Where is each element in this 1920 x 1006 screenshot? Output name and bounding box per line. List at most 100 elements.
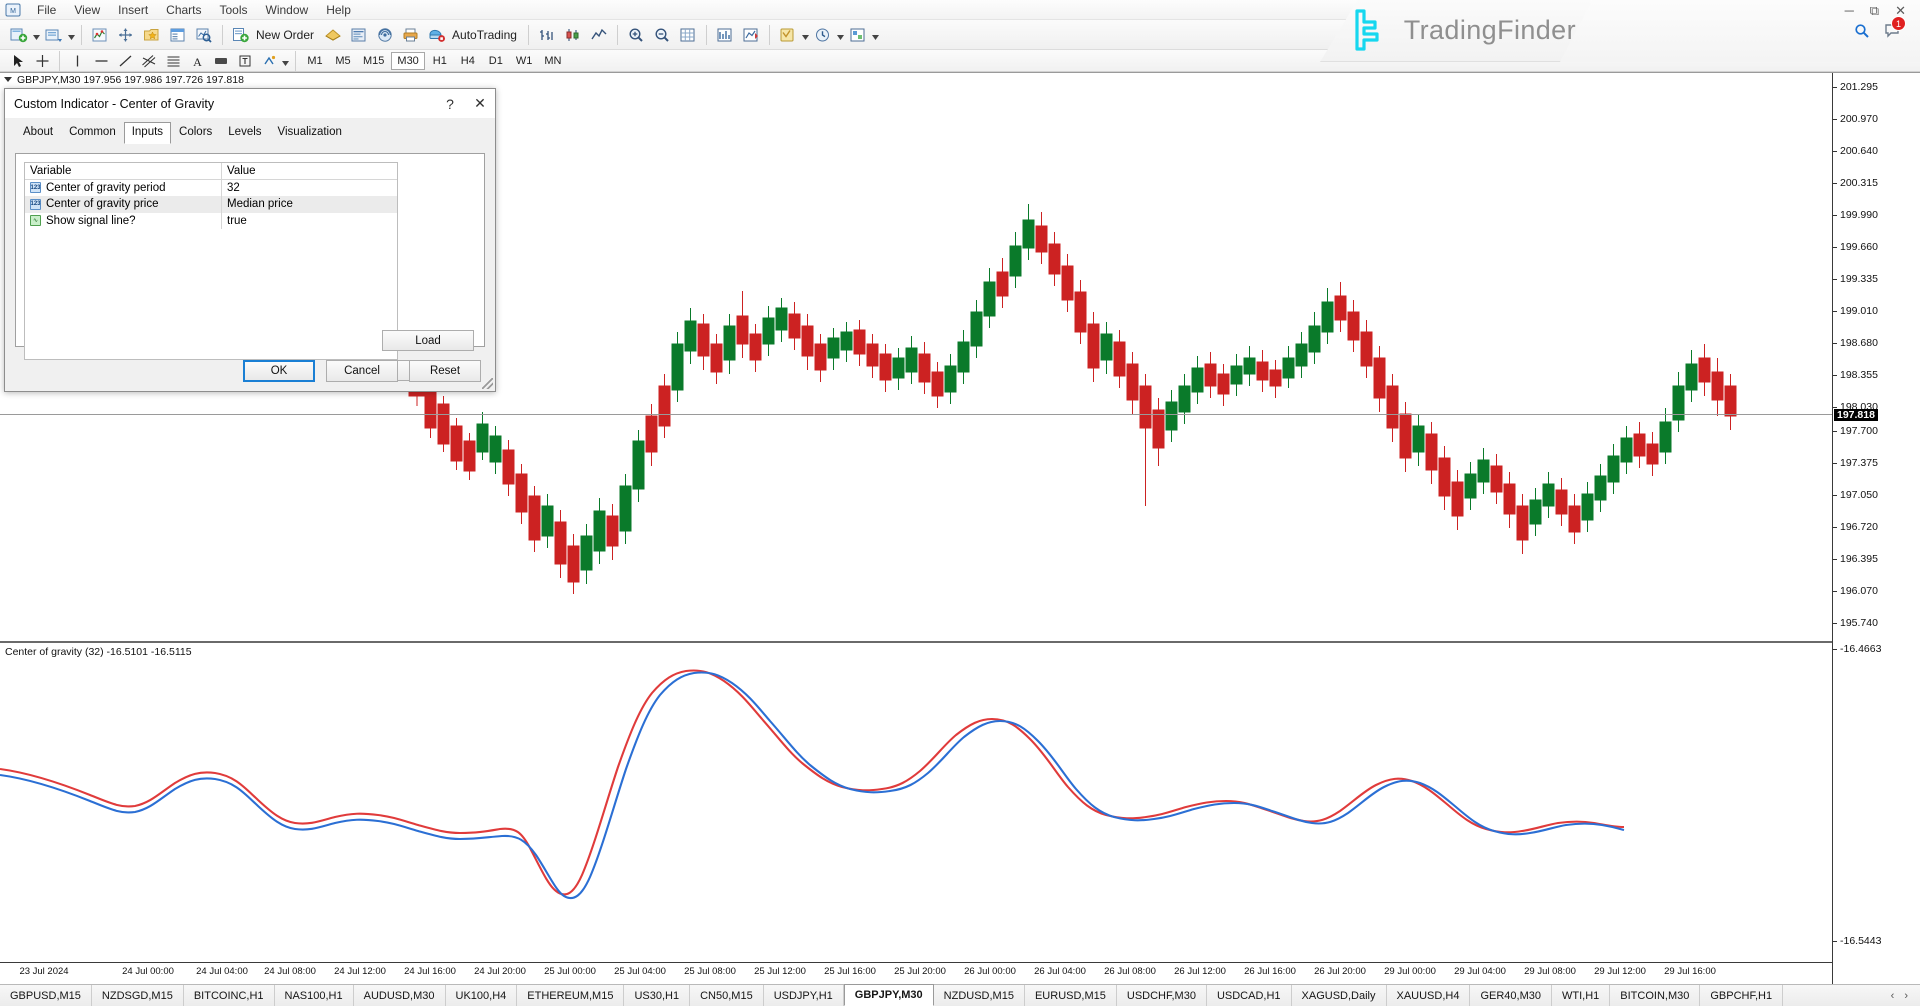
trendline-icon[interactable] <box>114 51 136 71</box>
chart-tab-gbpusd-m15[interactable]: GBPUSD,M15 <box>0 985 92 1006</box>
zoom-in-icon[interactable] <box>624 23 648 47</box>
timeframe-m1[interactable]: M1 <box>302 52 328 70</box>
custom-indicator-dialog[interactable]: Custom Indicator - Center of Gravity ? ✕… <box>4 88 496 392</box>
arrows-dropdown[interactable] <box>281 49 290 73</box>
tab-prev-icon[interactable]: ‹ <box>1891 990 1895 1002</box>
cancel-button[interactable]: Cancel <box>326 360 398 382</box>
chart-tab-wti-h1[interactable]: WTI,H1 <box>1552 985 1610 1006</box>
textbox-icon[interactable] <box>234 51 256 71</box>
timeframe-mn[interactable]: MN <box>539 52 566 70</box>
vertical-line-icon[interactable] <box>66 51 88 71</box>
timeframe-h1[interactable]: H1 <box>427 52 453 70</box>
inputs-grid[interactable]: Variable Value 123 Center of gravity per… <box>24 162 398 360</box>
arrows-icon[interactable] <box>258 51 280 71</box>
ohlc-icon[interactable] <box>713 23 737 47</box>
tab-next-icon[interactable]: › <box>1904 990 1908 1002</box>
ok-button[interactable]: OK <box>243 360 315 382</box>
reset-button[interactable]: Reset <box>409 360 481 382</box>
chart-tab-us30-h1[interactable]: US30,H1 <box>624 985 690 1006</box>
chart-tab-xagusd-daily[interactable]: XAGUSD,Daily <box>1292 985 1387 1006</box>
new-chart-icon[interactable] <box>7 23 31 47</box>
chart-tab-eurusd-m15[interactable]: EURUSD,M15 <box>1025 985 1117 1006</box>
help-icon[interactable]: ? <box>435 90 465 118</box>
menu-item-file[interactable]: File <box>28 1 65 19</box>
dialog-title-bar[interactable]: Custom Indicator - Center of Gravity ? ✕ <box>5 89 495 119</box>
fibonacci-icon[interactable] <box>162 51 184 71</box>
value-cell[interactable]: 32 <box>221 180 397 197</box>
horizontal-line-icon[interactable] <box>90 51 112 71</box>
autotrading-icon[interactable] <box>425 23 449 47</box>
timeframe-m30[interactable]: M30 <box>391 52 424 70</box>
time-axis[interactable]: 23 Jul 2024 24 Jul 00:00 24 Jul 04:00 24… <box>0 962 1832 984</box>
objects-dropdown[interactable] <box>871 23 880 47</box>
chart-tab-usdjpy-h1[interactable]: USDJPY,H1 <box>764 985 844 1006</box>
chart-tab-ger40-m30[interactable]: GER40,M30 <box>1470 985 1552 1006</box>
data-window-icon[interactable] <box>166 23 190 47</box>
price-axis[interactable]: 201.295 200.970 200.640 200.315 199.990 … <box>1832 73 1920 984</box>
chart-tab-nas100-h1[interactable]: NAS100,H1 <box>275 985 354 1006</box>
expert-advisor-icon[interactable] <box>321 23 345 47</box>
menu-item-charts[interactable]: Charts <box>157 1 210 19</box>
chart-tab-cn50-m15[interactable]: CN50,M15 <box>690 985 764 1006</box>
chart-tab-bitcoin-m30[interactable]: BITCOIN,M30 <box>1610 985 1700 1006</box>
menu-item-insert[interactable]: Insert <box>109 1 157 19</box>
periodicity-dropdown[interactable] <box>836 23 845 47</box>
indicator-subwindow[interactable] <box>0 643 1832 953</box>
timeframe-m5[interactable]: M5 <box>330 52 356 70</box>
profiles-dropdown[interactable] <box>67 23 76 47</box>
bar-chart-icon[interactable] <box>535 23 559 47</box>
periodicity-icon[interactable] <box>811 23 835 47</box>
zoom-search-icon[interactable] <box>192 23 216 47</box>
templates-dropdown[interactable] <box>801 23 810 47</box>
line-chart-icon[interactable] <box>587 23 611 47</box>
chart-tab-nzdusd-m15[interactable]: NZDUSD,M15 <box>934 985 1025 1006</box>
table-row[interactable]: 123 Center of gravity period 32 <box>25 180 397 197</box>
resize-grip[interactable] <box>482 378 493 389</box>
tab-colors[interactable]: Colors <box>171 123 220 143</box>
new-chart-dropdown[interactable] <box>32 23 41 47</box>
notification-icon[interactable]: 1 <box>1884 23 1902 39</box>
search-icon[interactable] <box>1854 23 1870 39</box>
chart-tab-ethereum-m15[interactable]: ETHEREUM,M15 <box>517 985 624 1006</box>
tab-levels[interactable]: Levels <box>220 123 269 143</box>
chart-tab-gbpjpy-m30[interactable]: GBPJPY,M30 <box>844 984 934 1006</box>
chart-tab-gbpchf-h1[interactable]: GBPCHF,H1 <box>1700 985 1783 1006</box>
table-row[interactable]: ∿ Show signal line? true <box>25 213 397 230</box>
crosshair-icon[interactable] <box>114 23 138 47</box>
templates-icon[interactable] <box>776 23 800 47</box>
close-icon[interactable]: ✕ <box>465 90 495 118</box>
tab-visualization[interactable]: Visualization <box>270 123 350 143</box>
candlestick-chart-icon[interactable] <box>561 23 585 47</box>
chart-tab-uk100-h4[interactable]: UK100,H4 <box>446 985 518 1006</box>
minimize-icon[interactable]: ─ <box>1845 3 1854 19</box>
chart-tab-usdchf-m30[interactable]: USDCHF,M30 <box>1117 985 1207 1006</box>
grid-icon[interactable] <box>676 23 700 47</box>
timeframe-m15[interactable]: M15 <box>358 52 389 70</box>
table-row[interactable]: 123 Center of gravity price Median price <box>25 196 397 213</box>
cursor-icon[interactable] <box>7 51 29 71</box>
chart-tab-nzdsgd-m15[interactable]: NZDSGD,M15 <box>92 985 184 1006</box>
tab-about[interactable]: About <box>15 123 61 143</box>
crosshair-tool-icon[interactable] <box>31 51 53 71</box>
value-cell[interactable]: true <box>221 213 397 230</box>
collapse-arrow-icon[interactable] <box>4 77 12 82</box>
menu-item-tools[interactable]: Tools <box>211 1 257 19</box>
tab-common[interactable]: Common <box>61 123 124 143</box>
favorites-icon[interactable] <box>140 23 164 47</box>
shift-icon[interactable] <box>739 23 763 47</box>
chart-tab-usdcad-h1[interactable]: USDCAD,H1 <box>1207 985 1292 1006</box>
timeframe-h4[interactable]: H4 <box>455 52 481 70</box>
chart-tab-bitcoinc-h1[interactable]: BITCOINC,H1 <box>184 985 275 1006</box>
menu-item-window[interactable]: Window <box>257 1 318 19</box>
restore-icon[interactable]: ⧉ <box>1870 3 1879 19</box>
metaeditor-icon[interactable] <box>347 23 371 47</box>
zoom-out-icon[interactable] <box>650 23 674 47</box>
print-icon[interactable] <box>399 23 423 47</box>
objects-icon[interactable] <box>846 23 870 47</box>
signals-icon[interactable] <box>373 23 397 47</box>
timeframe-d1[interactable]: D1 <box>483 52 509 70</box>
label-icon[interactable] <box>210 51 232 71</box>
new-order-icon[interactable] <box>229 23 253 47</box>
new-order-button[interactable]: New Order <box>254 28 320 42</box>
chart-tab-audusd-m30[interactable]: AUDUSD,M30 <box>354 985 446 1006</box>
